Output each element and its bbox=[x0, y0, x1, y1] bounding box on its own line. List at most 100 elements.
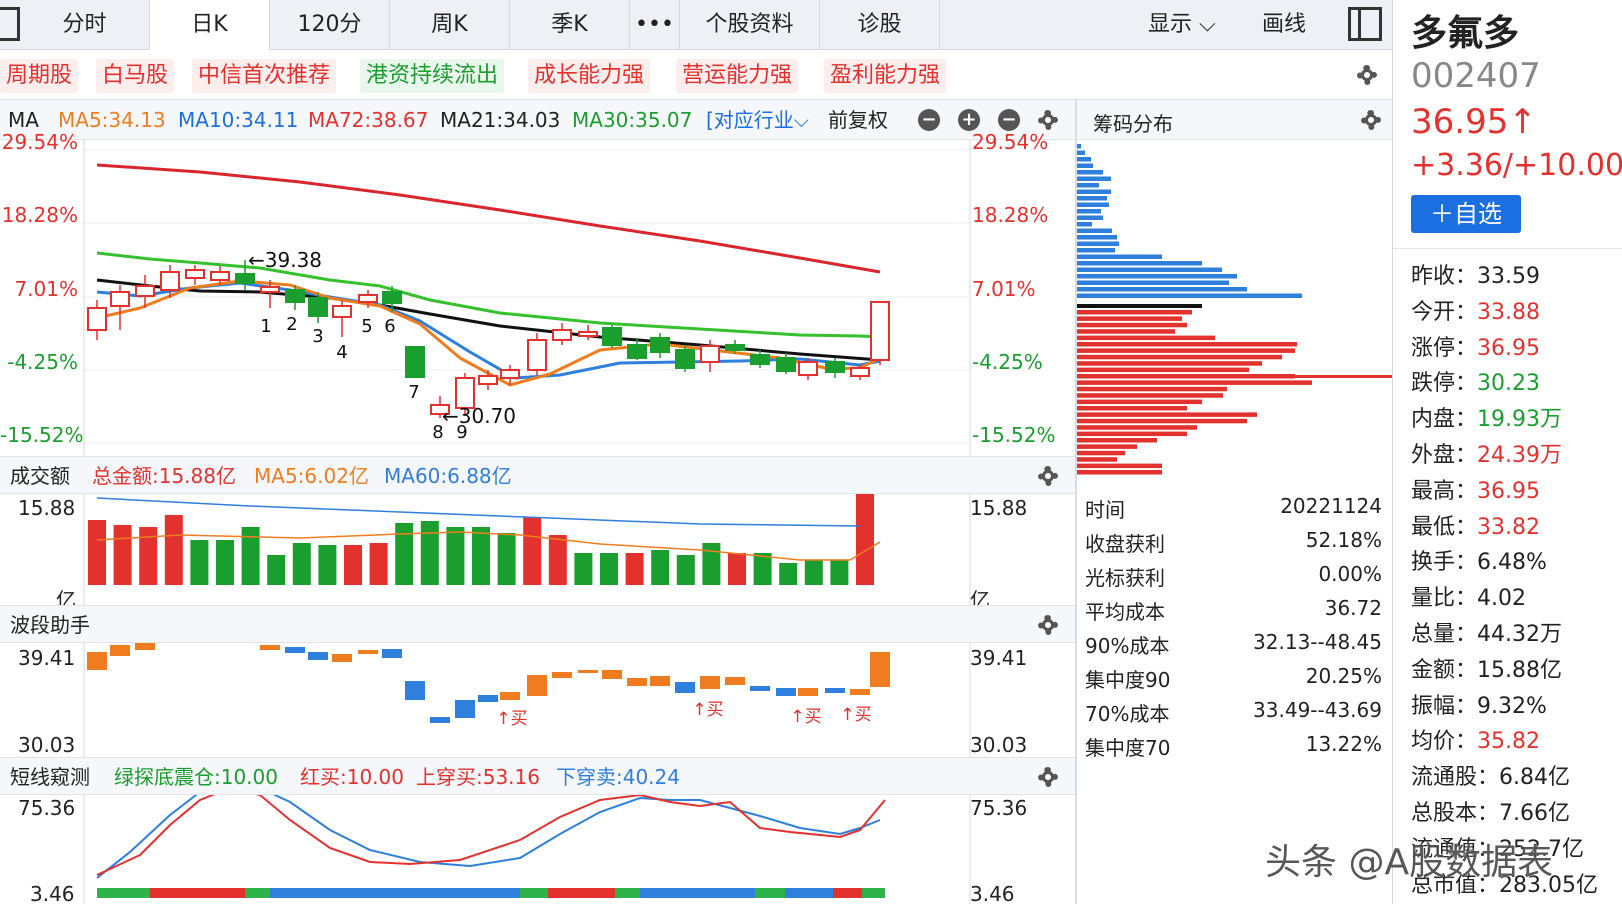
quote-row: 均价：35.82 bbox=[1411, 723, 1540, 755]
concept-tag[interactable]: 中信首次推荐 bbox=[192, 59, 337, 93]
price-axis-tick: -4.25% bbox=[7, 350, 78, 374]
chip-bar-blue bbox=[1077, 144, 1081, 149]
panel-layout-icon[interactable] bbox=[1348, 7, 1382, 41]
chip-stat-row: 集中度70 13.22% bbox=[1077, 728, 1392, 762]
quote-row: 金额：15.88亿 bbox=[1411, 652, 1562, 684]
concept-tag[interactable]: 港资持续流出 bbox=[360, 59, 505, 93]
concept-tag[interactable]: 周期股 bbox=[0, 59, 79, 93]
wave-bar bbox=[455, 700, 475, 718]
volume-settings-gear-icon[interactable] bbox=[1036, 464, 1060, 488]
chip-stat-row: 时间 20221124 bbox=[1077, 490, 1392, 524]
candle-body bbox=[602, 327, 622, 346]
chip-stat-label: 集中度90 bbox=[1085, 668, 1171, 692]
concept-tag[interactable]: 成长能力强 bbox=[528, 59, 651, 93]
quote-value: 9.32% bbox=[1477, 693, 1547, 719]
wave-bar bbox=[478, 695, 498, 702]
wave-bar bbox=[627, 678, 647, 686]
candle-body bbox=[478, 375, 498, 385]
chip-divider bbox=[1075, 100, 1077, 904]
tab-3[interactable]: 周K bbox=[390, 0, 510, 50]
quote-label: 今开： bbox=[1411, 299, 1478, 325]
volume-ma5: MA5:6.02亿 bbox=[254, 464, 369, 488]
volume-title: 成交额 bbox=[10, 464, 70, 488]
tab-5[interactable]: ••• bbox=[630, 0, 680, 50]
chip-bar-blue bbox=[1077, 189, 1111, 194]
volume-bar bbox=[779, 563, 798, 585]
zoom-in-icon[interactable]: + bbox=[958, 109, 980, 131]
concept-tag[interactable]: 盈利能力强 bbox=[824, 59, 947, 93]
short-signal-strip bbox=[755, 888, 785, 898]
wave-bar bbox=[725, 677, 745, 685]
chip-bar-blue bbox=[1077, 150, 1085, 155]
draw-line-button[interactable]: 画线 bbox=[1262, 0, 1306, 50]
ma-legend-item[interactable]: 前复权 bbox=[828, 100, 888, 140]
chip-distribution-chart[interactable] bbox=[1077, 140, 1392, 490]
chip-bar-red bbox=[1077, 386, 1227, 392]
tag-settings-gear-icon[interactable] bbox=[1355, 63, 1379, 87]
chip-bar-blue bbox=[1077, 248, 1115, 253]
quote-label: 总量： bbox=[1411, 622, 1478, 647]
chip-bar-avg-cost bbox=[1077, 375, 1392, 378]
chip-bar-blue bbox=[1077, 261, 1202, 266]
candle-body bbox=[405, 346, 425, 378]
short-signal-strip bbox=[640, 888, 755, 898]
wave-bar bbox=[285, 647, 305, 653]
chip-bar-red bbox=[1077, 463, 1162, 469]
wave-number-label: 8 bbox=[432, 422, 443, 443]
zoom-out-icon[interactable]: − bbox=[918, 109, 940, 131]
chip-bar-red bbox=[1077, 335, 1215, 341]
ma-legend-item[interactable]: [对应行业⌵ bbox=[706, 100, 809, 140]
wave-bar bbox=[850, 689, 870, 695]
tab-7[interactable]: 诊股 bbox=[820, 0, 940, 50]
display-menu-button[interactable]: 显示 ⌵ bbox=[1148, 0, 1216, 50]
concept-tag[interactable]: 营运能力强 bbox=[676, 59, 799, 93]
zoom-reset-icon[interactable]: − bbox=[998, 109, 1020, 131]
candle-body bbox=[552, 329, 572, 341]
ma-legend-row: MA MA5:34.13 MA10:34.11 MA72:38.67 MA21:34.0… bbox=[0, 100, 1075, 140]
tab-4[interactable]: 季K bbox=[510, 0, 630, 50]
volume-ma60-line bbox=[96, 497, 861, 527]
tab-2[interactable]: 120分 bbox=[270, 0, 390, 50]
wave-settings-gear-icon[interactable] bbox=[1036, 613, 1060, 637]
tab-1[interactable]: 日K bbox=[150, 0, 270, 50]
wave-bar bbox=[750, 686, 770, 691]
wave-number-label: 5 bbox=[361, 316, 372, 337]
short-signal-strip bbox=[615, 888, 640, 898]
volume-bar bbox=[292, 543, 311, 585]
volume-bar bbox=[164, 515, 183, 585]
sidebar-toggle-icon[interactable] bbox=[0, 7, 20, 41]
volume-bar bbox=[523, 517, 542, 585]
wave-bar bbox=[675, 682, 695, 693]
volume-bar bbox=[344, 545, 362, 585]
tab-6[interactable]: 个股资料 bbox=[680, 0, 820, 50]
wave-bar bbox=[135, 642, 155, 650]
volume-axis-top-left: 15.88 bbox=[18, 496, 76, 520]
ma-settings-gear-icon[interactable] bbox=[1036, 108, 1060, 132]
chip-bar-blue bbox=[1077, 209, 1101, 214]
chip-bar-red bbox=[1077, 354, 1282, 360]
volume-bar bbox=[702, 543, 721, 585]
volume-bar bbox=[804, 560, 823, 585]
add-to-watchlist-button[interactable]: ＋自选 bbox=[1411, 195, 1521, 233]
quote-label: 跌停： bbox=[1411, 371, 1478, 397]
wave-number-label: 6 bbox=[384, 316, 395, 337]
ma-legend-item: MA10:34.11 bbox=[178, 108, 299, 132]
chevron-down-icon: ⌵ bbox=[1199, 12, 1216, 37]
volume-bar bbox=[395, 523, 414, 585]
price-axis-tick: -4.25% bbox=[972, 350, 1043, 374]
volume-bar bbox=[369, 543, 388, 585]
quote-row: 内盘：19.93万 bbox=[1411, 401, 1562, 433]
chip-bar-red bbox=[1077, 310, 1192, 315]
wave-bar bbox=[825, 688, 845, 693]
chip-settings-gear-icon[interactable] bbox=[1359, 108, 1383, 132]
concept-tag[interactable]: 白马股 bbox=[96, 59, 175, 93]
quote-value: 30.23 bbox=[1477, 371, 1540, 397]
quote-label: 换手： bbox=[1411, 550, 1478, 576]
short-settings-gear-icon[interactable] bbox=[1036, 765, 1060, 789]
candle-body bbox=[210, 271, 230, 281]
chip-stat-row: 收盘获利 52.18% bbox=[1077, 524, 1392, 558]
tab-0[interactable]: 分时 bbox=[20, 0, 150, 50]
high-price-label: ←39.38 bbox=[248, 248, 322, 272]
quote-row: 外盘：24.39万 bbox=[1411, 437, 1562, 469]
ma21-line bbox=[96, 278, 881, 362]
